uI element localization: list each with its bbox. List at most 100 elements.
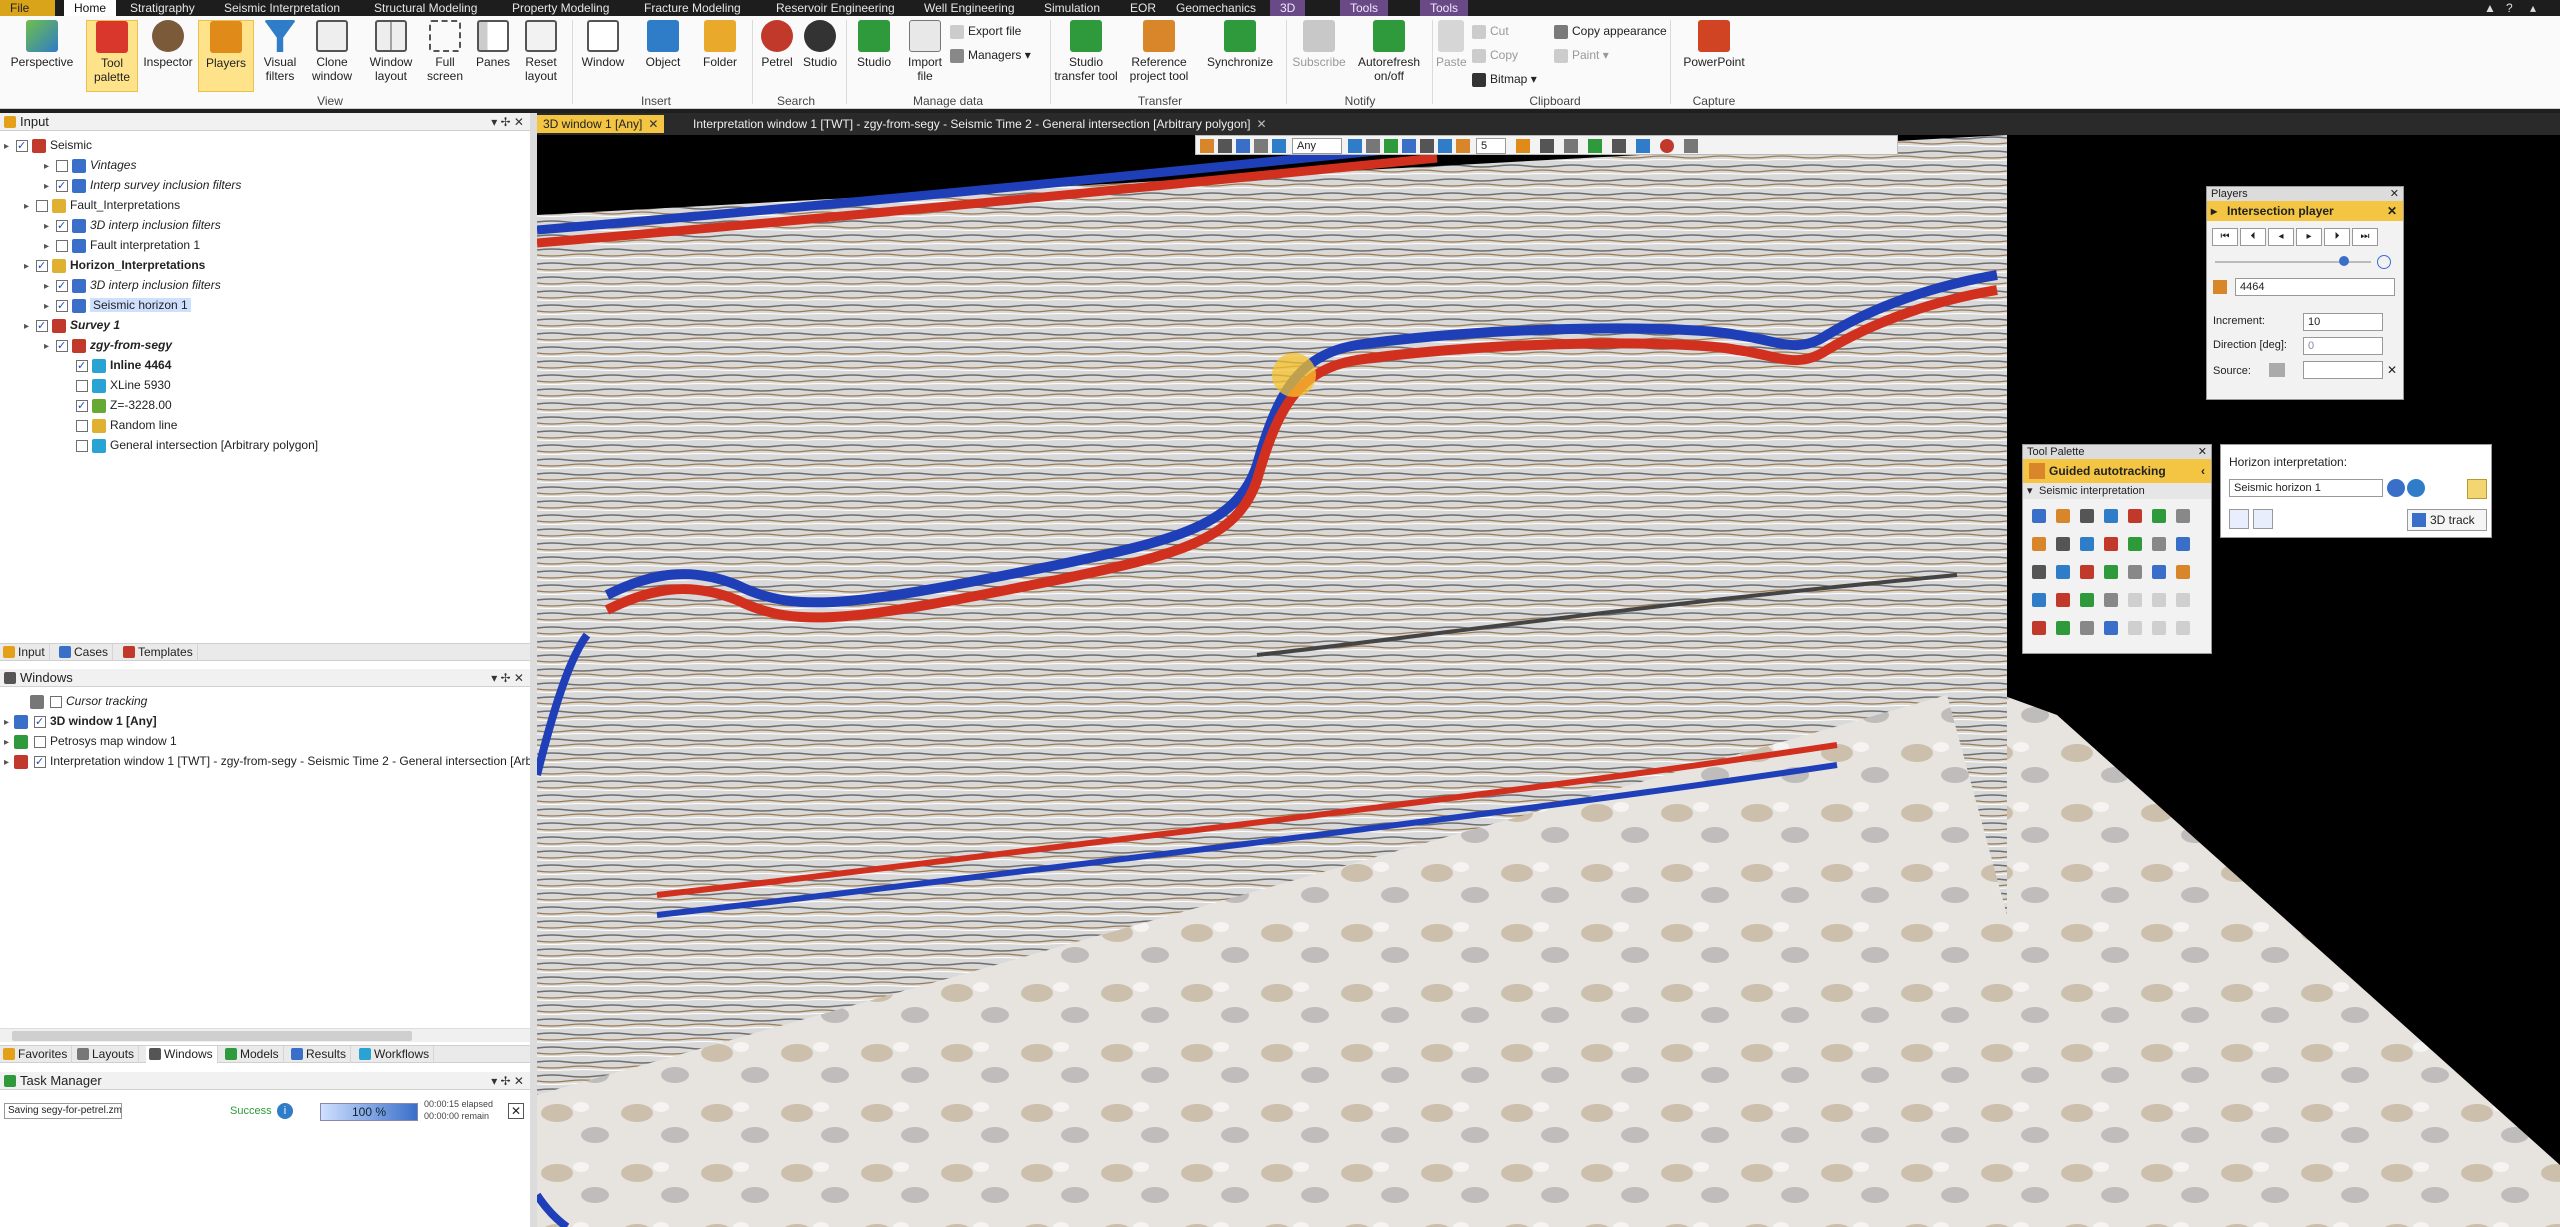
home-view-icon[interactable] [1348, 139, 1362, 153]
grid-icon[interactable] [1564, 139, 1578, 153]
north-icon[interactable] [1384, 139, 1398, 153]
tree-item[interactable]: ▸ Seismic horizon 1 [44, 296, 191, 315]
tab-favorites[interactable]: Favorites [0, 1046, 73, 1063]
pane-controls[interactable]: ▾ ✢ ✕ [491, 669, 524, 687]
visibility-checkbox[interactable] [16, 137, 28, 155]
powerpoint-button[interactable]: PowerPoint [1678, 20, 1750, 69]
autorefresh-button[interactable]: Autorefresh on/off [1350, 20, 1428, 83]
visibility-checkbox[interactable] [56, 337, 68, 355]
direction-select[interactable]: 0 [2303, 337, 2383, 355]
bitmap-button[interactable]: Bitmap ▾ [1472, 68, 1537, 90]
tab-results[interactable]: Results [288, 1046, 352, 1063]
3d-track-button[interactable]: 3D track [2407, 509, 2487, 531]
view-icon[interactable] [1272, 139, 1286, 153]
tree-item[interactable]: Inline 4464 [64, 356, 171, 375]
minimize-ribbon-icon[interactable]: ▴ [2530, 0, 2536, 16]
tree-item[interactable]: ▸ Interp survey inclusion filters [44, 176, 241, 196]
tab-input[interactable]: Input [0, 644, 50, 661]
tab-property-modeling[interactable]: Property Modeling [502, 0, 619, 16]
cancel-task-icon[interactable]: ✕ [508, 1103, 524, 1119]
pane-controls[interactable]: ▾ ✢ ✕ [491, 113, 524, 131]
tree-item[interactable]: ▸ Seismic [4, 136, 92, 156]
collapse-icon[interactable]: ‹ [2201, 459, 2205, 483]
studio-transfer-tool-button[interactable]: Studio transfer tool [1054, 20, 1118, 83]
interpretation-tool-icon[interactable] [2152, 509, 2166, 523]
expand-icon[interactable]: ▸ [44, 178, 54, 196]
expand-icon[interactable]: ▸ [4, 714, 14, 732]
expand-icon[interactable]: ▸ [4, 754, 14, 772]
record-icon[interactable] [1660, 139, 1674, 153]
pane-splitter[interactable] [530, 113, 537, 1227]
add-horizon-icon[interactable] [2387, 479, 2405, 497]
interpretation-tool-icon[interactable] [2032, 537, 2046, 551]
expand-icon[interactable]: ▸ [44, 158, 54, 176]
close-icon[interactable]: ✕ [2390, 187, 2399, 201]
visual-filters-button[interactable]: Visual filters [256, 20, 304, 83]
source-select[interactable] [2303, 361, 2383, 379]
pane-controls[interactable]: ▾ ✢ ✕ [491, 1072, 524, 1090]
clone-window-button[interactable]: Clone window [306, 20, 358, 83]
interpretation-tool-icon[interactable] [2056, 593, 2070, 607]
reset-layout-button[interactable]: Reset layout [518, 20, 564, 83]
expand-icon[interactable]: ▸ [24, 318, 34, 336]
option-icon-2[interactable] [2253, 509, 2273, 529]
tab-structural-modeling[interactable]: Structural Modeling [364, 0, 487, 16]
interpretation-tool-icon[interactable] [2128, 593, 2142, 607]
interpretation-tool-icon[interactable] [2080, 593, 2094, 607]
interpretation-tool-icon[interactable] [2056, 565, 2070, 579]
tab-well-engineering[interactable]: Well Engineering [914, 0, 1025, 16]
help-icon[interactable]: ? [2506, 0, 2513, 16]
tree-item[interactable]: ▸ Fault_Interpretations [24, 196, 180, 214]
tree-item[interactable]: Random line [64, 416, 177, 434]
guided-autotracking-bar[interactable]: Guided autotracking ‹ [2023, 459, 2211, 483]
interpretation-tool-icon[interactable] [2080, 509, 2094, 523]
interpretation-tool-icon[interactable] [2032, 621, 2046, 635]
seismic-interpretation-section[interactable]: ▾ Seismic interpretation [2023, 483, 2211, 499]
window-list-item[interactable]: ▸ Interpretation window 1 [TWT] - zgy-fro… [4, 752, 559, 772]
visibility-checkbox[interactable] [36, 257, 48, 275]
visibility-checkbox[interactable] [56, 277, 68, 295]
insert-folder-button[interactable]: Folder [694, 20, 746, 69]
next-step-button[interactable]: ⏵ [2324, 228, 2350, 246]
play-button[interactable]: ▸ [2296, 228, 2322, 246]
insert-window-button[interactable]: Window [578, 20, 628, 69]
option-icon-1[interactable] [2229, 509, 2249, 529]
expand-icon[interactable]: ▸ [44, 278, 54, 296]
managers-button[interactable]: Managers ▾ [950, 44, 1031, 66]
interpretation-tool-icon[interactable] [2152, 593, 2166, 607]
expand-icon[interactable]: ▸ [4, 734, 14, 752]
expand-icon[interactable]: ▸ [44, 218, 54, 236]
window-checkbox[interactable] [34, 713, 46, 731]
user-icon[interactable]: ▲ [2484, 0, 2496, 16]
visibility-checkbox[interactable] [76, 379, 88, 392]
reference-project-tool-button[interactable]: Reference project tool [1124, 20, 1194, 83]
perspective-button[interactable]: Perspective [6, 20, 78, 69]
panes-button[interactable]: Panes [470, 20, 516, 69]
subscribe-button[interactable]: Subscribe [1290, 20, 1348, 69]
interpretation-tool-icon[interactable] [2176, 565, 2190, 579]
expand-icon[interactable]: ▸ [4, 138, 14, 156]
interpretation-tool-icon[interactable] [2128, 509, 2142, 523]
interpretation-tool-icon[interactable] [2176, 621, 2190, 635]
tab-workflows[interactable]: Workflows [356, 1046, 435, 1063]
visibility-checkbox[interactable] [76, 439, 88, 452]
expand-icon[interactable]: ▸ [44, 238, 54, 256]
visibility-checkbox[interactable] [36, 317, 48, 335]
expand-icon[interactable]: ▸ [24, 198, 34, 216]
visibility-checkbox[interactable] [56, 217, 68, 235]
scroll-thumb[interactable] [12, 1031, 412, 1041]
tab-stratigraphy[interactable]: Stratigraphy [120, 0, 205, 16]
visibility-checkbox[interactable] [56, 177, 68, 195]
interpretation-tool-icon[interactable] [2080, 565, 2094, 579]
studio-manage-button[interactable]: Studio [850, 20, 898, 69]
zoom-icon[interactable] [1366, 139, 1380, 153]
visibility-checkbox[interactable] [76, 397, 88, 415]
snapshot-icon[interactable] [1254, 139, 1268, 153]
tab-models[interactable]: Models [222, 1046, 284, 1063]
pin-icon[interactable] [1684, 139, 1698, 153]
paste-button[interactable]: Paste [1436, 20, 1467, 69]
visibility-checkbox[interactable] [36, 199, 48, 212]
copy-button[interactable]: Copy [1472, 44, 1518, 66]
tab-interpretation-window[interactable]: Interpretation window 1 [TWT] - zgy-from… [687, 115, 1273, 133]
insert-object-button[interactable]: Object [636, 20, 690, 69]
